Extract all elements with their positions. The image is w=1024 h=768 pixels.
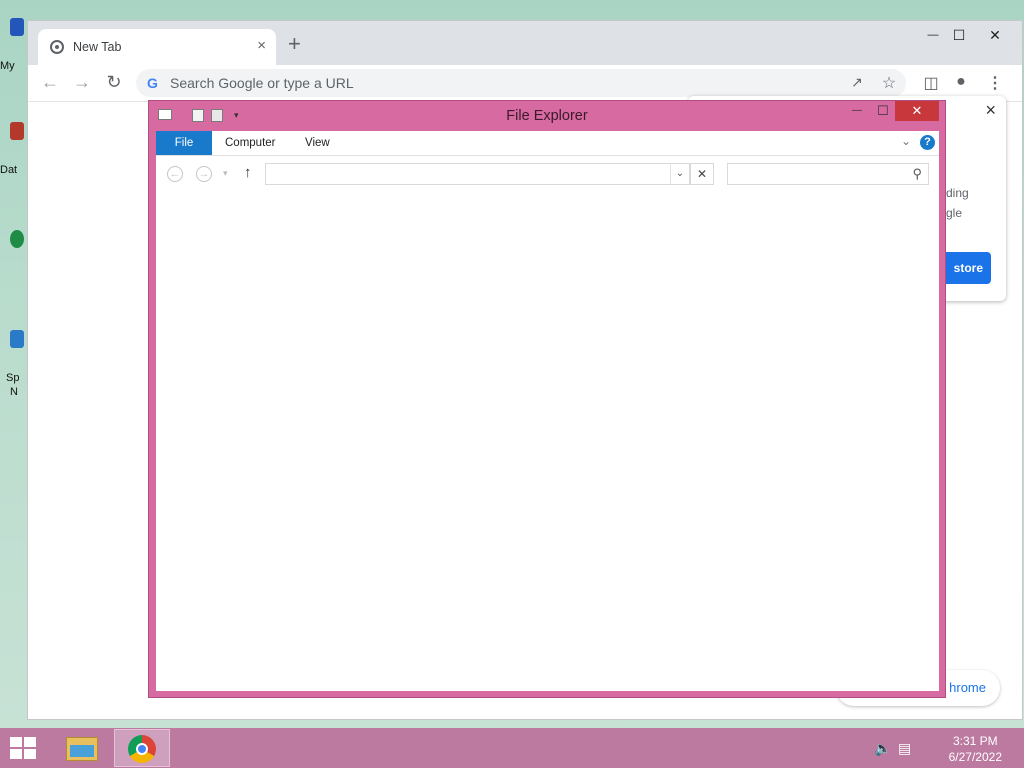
- popup-text-line: ding: [946, 186, 969, 200]
- windows-logo-icon: [10, 749, 22, 759]
- tab-new-tab[interactable]: New Tab ×: [38, 29, 276, 65]
- chrome-icon: [136, 743, 148, 755]
- side-panel-icon[interactable]: ◫: [920, 73, 942, 93]
- search-input[interactable]: ⚲: [727, 163, 929, 185]
- desktop-icon-sp[interactable]: Sp N: [0, 326, 26, 398]
- maximize-button[interactable]: ☐: [869, 101, 897, 121]
- omnibox-placeholder: Search Google or type a URL: [170, 75, 354, 91]
- taskbar-chrome[interactable]: [114, 729, 170, 767]
- tab-title: New Tab: [73, 40, 122, 54]
- chrome-icon: [50, 40, 64, 54]
- new-tab-button[interactable]: +: [288, 33, 301, 55]
- desktop-icon-label: Sp: [6, 372, 20, 384]
- close-button[interactable]: ✕: [895, 101, 939, 121]
- windows-logo-icon: [24, 749, 36, 759]
- customize-chrome-label: hrome: [949, 680, 986, 695]
- desktop-icon-label: My: [0, 60, 15, 72]
- menu-kebab-icon[interactable]: ⋮: [984, 73, 1006, 93]
- search-icon: ⚲: [912, 166, 922, 181]
- bookmark-star-icon[interactable]: ☆: [878, 73, 900, 93]
- ribbon-expand-icon[interactable]: ⌄: [901, 134, 911, 148]
- desktop-icon-my-computer[interactable]: My: [0, 10, 26, 74]
- forward-button[interactable]: →: [196, 166, 212, 182]
- file-explorer-titlebar[interactable]: ▾ File Explorer — ☐ ✕: [149, 101, 945, 131]
- back-button[interactable]: ←: [38, 72, 62, 93]
- window-title: File Explorer: [506, 108, 588, 124]
- address-bar[interactable]: ⌄: [265, 163, 690, 185]
- date: 6/27/2022: [948, 750, 1002, 764]
- file-explorer-content: ← → ▾ ↑ ⌄ ✕ ⚲: [156, 156, 939, 691]
- app-icon: [10, 330, 24, 348]
- popup-close-button[interactable]: ×: [985, 100, 996, 121]
- popup-text-line: gle: [946, 206, 963, 220]
- reload-button[interactable]: ↻: [102, 72, 126, 93]
- address-dropdown-icon[interactable]: ⌄: [670, 164, 689, 184]
- taskbar: 🔈 ▤ 3:31 PM 6/27/2022: [0, 728, 1024, 768]
- desktop-icon-app[interactable]: [0, 228, 26, 294]
- profile-icon[interactable]: ●: [950, 73, 972, 91]
- volume-muted-icon[interactable]: 🔈: [874, 740, 891, 757]
- minimize-button[interactable]: —: [843, 101, 871, 121]
- tab-view[interactable]: View: [305, 131, 330, 155]
- windows-logo-icon: [10, 737, 22, 747]
- tab-file[interactable]: File: [156, 131, 212, 155]
- forward-button[interactable]: →: [70, 72, 94, 93]
- google-icon: G: [147, 75, 158, 91]
- computer-icon: [10, 18, 24, 36]
- clock[interactable]: 3:31 PM 6/27/2022: [949, 733, 1002, 765]
- recent-locations-icon[interactable]: ▾: [223, 168, 228, 179]
- clear-address-button[interactable]: ✕: [690, 163, 714, 185]
- tab-computer[interactable]: Computer: [225, 131, 276, 155]
- app-icon: [10, 230, 24, 248]
- maximize-button[interactable]: ☐: [942, 23, 976, 47]
- network-icon[interactable]: ▤: [898, 740, 911, 757]
- time: 3:31 PM: [952, 734, 998, 748]
- share-icon[interactable]: ↗: [846, 74, 868, 91]
- windows-logo-icon: [24, 737, 36, 747]
- tab-close-button[interactable]: ×: [257, 37, 266, 54]
- taskbar-file-explorer[interactable]: [56, 729, 112, 767]
- file-explorer-window: ▾ File Explorer — ☐ ✕ File Computer View…: [148, 100, 946, 698]
- help-icon[interactable]: ?: [920, 135, 935, 150]
- desktop-icon-data[interactable]: Dat: [0, 118, 26, 178]
- folder-icon: [70, 745, 94, 757]
- back-button[interactable]: ←: [167, 166, 183, 182]
- desktop-icon-label: N: [10, 386, 18, 398]
- start-button[interactable]: [10, 737, 38, 761]
- omnibox[interactable]: G Search Google or type a URL ↗ ☆: [136, 69, 906, 97]
- desktop-icon-label: Dat: [0, 164, 18, 176]
- folder-icon: [10, 122, 24, 140]
- close-button[interactable]: ✕: [978, 23, 1012, 47]
- ribbon-tabs: File Computer View ⌄ ?: [156, 131, 939, 156]
- tab-strip: New Tab × + — ☐ ✕: [28, 21, 1022, 65]
- up-button[interactable]: ↑: [244, 164, 252, 181]
